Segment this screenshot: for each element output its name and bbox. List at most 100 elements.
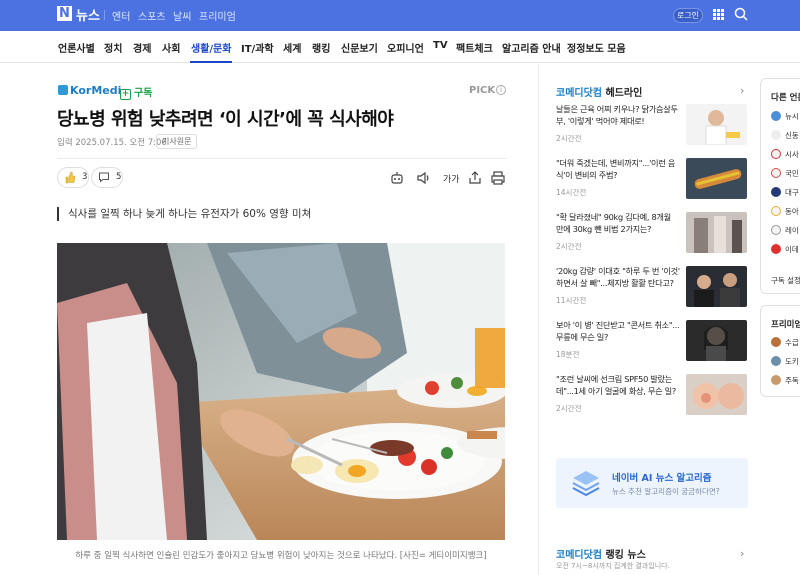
press-logo-icon: [771, 130, 781, 140]
headline-thumbnail[interactable]: [686, 158, 747, 199]
tab-tv[interactable]: TV: [433, 40, 448, 51]
press-logo[interactable]: KorMedi: [58, 84, 121, 97]
apps-grid-icon[interactable]: [713, 9, 724, 20]
press-logo-icon: [771, 168, 781, 178]
kormedi-logo-icon: [58, 85, 68, 95]
press-item[interactable]: 이데: [771, 244, 799, 255]
nav-sports[interactable]: 스포츠: [138, 8, 166, 23]
headline-item-time: 18분전: [556, 350, 580, 359]
premium-title: 프리미엄: [771, 320, 800, 330]
article-photo: [57, 243, 505, 540]
print-icon[interactable]: [490, 170, 506, 186]
headline-item-title[interactable]: "더워 죽겠는데, 변비까지"...'이런 음식'이 변비의 주범?: [556, 158, 680, 181]
headline-item-time: 2시간전: [556, 134, 582, 143]
tab-it-science[interactable]: IT/과학: [241, 40, 274, 55]
like-button[interactable]: 3: [57, 167, 89, 188]
headline-thumbnail[interactable]: [686, 320, 747, 361]
nav-entertainment[interactable]: 엔터: [112, 8, 130, 23]
ranking-section-title[interactable]: 코메디닷컴 랭킹 뉴스: [556, 546, 646, 561]
headline-item-title[interactable]: "확 달라졌네" 90kg 김다예, 8개월 만에 30kg 뺀 비법 2가지는…: [556, 212, 680, 235]
press-item[interactable]: 동아: [771, 206, 799, 217]
press-logo-icon: [771, 111, 781, 121]
headline-item-title[interactable]: 날들은 근육 어찌 키우나? 닭가슴살두부, '이렇게' 먹어야 제대로!: [556, 104, 680, 127]
headline-section-title[interactable]: 코메디닷컴 헤드라인: [556, 84, 642, 99]
press-item-label: 대구: [785, 188, 799, 197]
search-icon[interactable]: [734, 7, 748, 21]
headline-item-time: 2시간전: [556, 242, 582, 251]
tab-life-culture[interactable]: 생활/문화: [191, 40, 231, 55]
nav-weather[interactable]: 날씨: [173, 8, 191, 23]
login-button[interactable]: 로그인: [673, 8, 703, 23]
subscription-settings-link[interactable]: 구독 설정: [771, 275, 800, 286]
comment-button[interactable]: 5: [91, 167, 123, 188]
tab-opinion[interactable]: 오피니언: [387, 40, 424, 55]
premium-item[interactable]: 수급: [771, 337, 799, 348]
tab-algorithm[interactable]: 알고리즘 안내: [502, 40, 561, 55]
headline-thumbnail[interactable]: [686, 266, 747, 307]
headline-thumbnail[interactable]: [686, 212, 747, 253]
info-icon[interactable]: i: [496, 85, 506, 95]
press-item[interactable]: 레이: [771, 225, 799, 236]
tab-factcheck[interactable]: 팩트체크: [456, 40, 493, 55]
original-article-button[interactable]: 기사원문: [156, 134, 198, 149]
headline-thumbnail[interactable]: [686, 104, 747, 145]
headline-item-title[interactable]: '20kg 감량' 이대호 "하루 두 번 '이것' 하면서 살 빼"...체지…: [556, 266, 680, 289]
tab-politics[interactable]: 정치: [104, 40, 122, 55]
press-item-label: 국민: [785, 169, 799, 178]
tab-economy[interactable]: 경제: [133, 40, 151, 55]
comment-count: 5: [116, 172, 122, 182]
press-name: KorMedi: [70, 84, 122, 97]
headline-item[interactable]: "조런 날씨에 선크림 SPF50 발랐는데"...1세 아기 얼굴에 화상, …: [556, 374, 748, 418]
active-tab-indicator: [190, 61, 232, 63]
tab-world[interactable]: 세계: [283, 40, 301, 55]
headline-item[interactable]: 날들은 근육 어찌 키우나? 닭가슴살두부, '이렇게' 먹어야 제대로! 2시…: [556, 104, 748, 148]
headline-item[interactable]: '20kg 감량' 이대호 "하루 두 번 '이것' 하면서 살 빼"...체지…: [556, 266, 748, 310]
press-item[interactable]: 뉴시: [771, 111, 799, 122]
headline-item-time: 2시간전: [556, 404, 582, 413]
press-item[interactable]: 국민: [771, 168, 799, 179]
premium-item[interactable]: 도키: [771, 356, 799, 367]
press-item-label: 동아: [785, 207, 799, 216]
ai-banner-title[interactable]: 네이버 AI 뉴스 알고리즘: [612, 470, 711, 484]
press-item[interactable]: 신동: [771, 130, 799, 141]
headline-thumbnail[interactable]: [686, 374, 747, 415]
tab-society[interactable]: 사회: [162, 40, 180, 55]
headline-item[interactable]: 보아 '이 병' 진단받고 "콘서트 취소"...무릎에 무슨 일? 18분전: [556, 320, 748, 364]
chevron-right-icon[interactable]: ›: [740, 547, 744, 560]
share-icon[interactable]: [467, 170, 483, 186]
tab-ranking[interactable]: 랭킹: [312, 40, 330, 55]
press-item-label: 신동: [785, 131, 799, 140]
headline-item-time: 11시간전: [556, 296, 587, 305]
font-size-button[interactable]: 가가: [443, 172, 460, 185]
tab-newspaper[interactable]: 신문보기: [341, 40, 378, 55]
press-item-label: 이데: [785, 245, 799, 254]
section-title: 랭킹 뉴스: [605, 550, 646, 561]
plus-icon: +: [120, 89, 131, 100]
ai-banner-subtitle: 뉴스 추천 알고리즘이 궁금하다면?: [612, 487, 720, 496]
headline-item[interactable]: "확 달라졌네" 90kg 김다예, 8개월 만에 30kg 뺀 비법 2가지는…: [556, 212, 748, 256]
nav-premium[interactable]: 프리미엄: [199, 8, 236, 23]
subscribe-button[interactable]: + 구독: [120, 84, 152, 100]
premium-logo-icon: [771, 375, 781, 385]
audio-icon[interactable]: [415, 170, 431, 186]
press-item-label: 레이: [785, 226, 799, 235]
tab-corrections[interactable]: 정정보도 모음: [567, 40, 626, 55]
headline-item-title[interactable]: "조런 날씨에 선크림 SPF50 발랐는데"...1세 아기 얼굴에 화상, …: [556, 374, 680, 397]
press-logo-icon: [771, 187, 781, 197]
headline-item-title[interactable]: 보아 '이 병' 진단받고 "콘서트 취소"...무릎에 무슨 일?: [556, 320, 680, 343]
premium-item[interactable]: 주독: [771, 375, 799, 386]
chevron-right-icon[interactable]: ›: [740, 84, 744, 97]
section-brand: 코메디닷컴: [556, 88, 602, 99]
summary-bot-icon[interactable]: [389, 170, 405, 186]
headline-item[interactable]: "더워 죽겠는데, 변비까지"...'이런 음식'이 변비의 주범? 14시간전: [556, 158, 748, 202]
press-item[interactable]: 시사: [771, 149, 799, 160]
tab-press[interactable]: 언론사별: [58, 40, 95, 55]
press-item[interactable]: 대구: [771, 187, 799, 198]
naver-logo-icon[interactable]: N: [57, 6, 72, 21]
press-logo-icon: [771, 225, 781, 235]
section-brand: 코메디닷컴: [556, 550, 602, 561]
news-logo-text[interactable]: 뉴스: [76, 5, 100, 24]
premium-logo-icon: [771, 337, 781, 347]
divider: [104, 10, 105, 20]
photo-caption: 하루 중 일찍 식사하면 인슐린 민감도가 좋아지고 당뇨병 위험이 낮아지는 …: [75, 551, 487, 561]
